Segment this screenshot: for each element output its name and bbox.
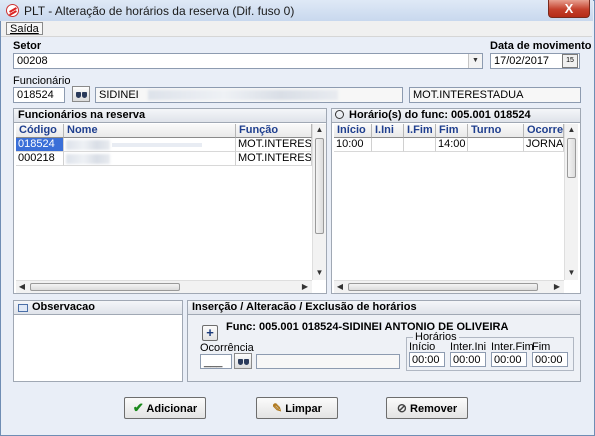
add-horario-button[interactable]: +: [202, 325, 218, 341]
menu-bar: Saída: [1, 21, 592, 37]
table-row-codigo[interactable]: 018524: [16, 138, 64, 152]
funcionario-role-field: MOT.INTERESTADUA: [409, 87, 581, 103]
scroll-thumb[interactable]: [348, 283, 538, 291]
binoculars-icon: [76, 90, 87, 98]
calendar-icon[interactable]: 15: [562, 54, 578, 68]
setor-select[interactable]: 00208 ▼: [13, 53, 483, 69]
col-header-turno[interactable]: Turno: [468, 124, 524, 138]
observacao-panel: Observacao: [13, 300, 183, 382]
scroll-left-icon[interactable]: ◀: [16, 281, 28, 293]
funcionario-name-field: SIDINEI: [95, 87, 403, 103]
funcionario-label: Funcionário: [13, 75, 71, 87]
remover-button[interactable]: ⊘ Remover: [386, 397, 468, 419]
scroll-thumb[interactable]: [30, 283, 180, 291]
remove-icon: ⊘: [396, 401, 407, 415]
col-header-i-fim[interactable]: I.Fim: [404, 124, 436, 138]
table-row-nome[interactable]: [64, 138, 236, 152]
app-logo-icon: [6, 4, 19, 17]
table-row-turno[interactable]: [468, 138, 524, 152]
redacted-name: [148, 90, 338, 100]
table-row-codigo[interactable]: 000218: [16, 152, 64, 166]
scroll-right-icon[interactable]: ▶: [551, 281, 563, 293]
col-header-codigo[interactable]: Código: [16, 124, 64, 138]
inter-fim-input[interactable]: 00:00: [491, 352, 527, 367]
limpar-button[interactable]: ✎ Limpar: [256, 397, 338, 419]
scroll-left-icon[interactable]: ◀: [334, 281, 346, 293]
table-row-fim[interactable]: 14:00: [436, 138, 468, 152]
funcionario-name: SIDINEI: [99, 89, 139, 101]
func-info: Func: 005.001 018524-SIDINEI ANTONIO DE …: [226, 321, 509, 333]
window-title: PLT - Alteração de horários da reserva (…: [24, 4, 295, 18]
table-row-funcao[interactable]: MOT.INTEREST.: [236, 138, 312, 152]
data-movimento-value: 17/02/2017: [494, 55, 550, 67]
search-ocorrencia-button[interactable]: [234, 353, 252, 369]
title-bar: PLT - Alteração de horários da reserva (…: [0, 0, 593, 21]
col-header-ocorrencia[interactable]: Ocorrer: [524, 124, 564, 138]
close-button[interactable]: X: [548, 0, 590, 18]
chevron-down-icon[interactable]: ▼: [468, 54, 482, 68]
table-row-inicio[interactable]: 10:00: [334, 138, 372, 152]
scroll-thumb[interactable]: [567, 138, 576, 178]
redacted-name: [66, 154, 110, 164]
table-row-ocorrencia[interactable]: JORNAC: [524, 138, 564, 152]
inter-ini-input[interactable]: 00:00: [450, 352, 486, 367]
setor-label: Setor: [13, 40, 42, 52]
table-row-i-ini[interactable]: [372, 138, 404, 152]
binoculars-icon: [238, 357, 249, 365]
vertical-scrollbar[interactable]: ▲ ▼: [564, 124, 578, 280]
col-header-fim[interactable]: Fim: [436, 124, 468, 138]
data-movimento-field[interactable]: 17/02/2017 15: [490, 53, 580, 69]
check-icon: ✔: [132, 400, 144, 415]
funcionarios-panel: Funcionários na reserva Código Nome Funç…: [13, 108, 327, 294]
horarios-panel: Horário(s) do func: 005.001 018524 Iníci…: [331, 108, 581, 294]
ocorrencia-input[interactable]: ___: [200, 354, 232, 369]
redacted-name: [66, 140, 110, 150]
insercao-panel: Inserção / Alteracão / Exclusão de horár…: [187, 300, 581, 382]
scroll-down-icon[interactable]: ▼: [313, 267, 326, 279]
scroll-right-icon[interactable]: ▶: [299, 281, 311, 293]
vertical-scrollbar[interactable]: ▲ ▼: [312, 124, 326, 280]
note-icon: [18, 304, 28, 312]
ocorrencia-desc-field: [256, 354, 400, 369]
scroll-thumb[interactable]: [315, 138, 324, 234]
inicio-input[interactable]: 00:00: [409, 352, 445, 367]
data-movimento-label: Data de movimento: [490, 40, 592, 52]
col-header-nome[interactable]: Nome: [64, 124, 236, 138]
setor-value: 00208: [17, 55, 48, 67]
brush-icon: ✎: [272, 401, 283, 415]
table-row-funcao[interactable]: MOT.INTEREST.: [236, 152, 312, 166]
adicionar-button[interactable]: ✔ Adicionar: [124, 397, 206, 419]
horizontal-scrollbar[interactable]: ◀ ▶: [334, 280, 564, 293]
search-funcionario-button[interactable]: [72, 86, 90, 102]
scroll-up-icon[interactable]: ▲: [313, 124, 326, 136]
horarios-title: Horário(s) do func: 005.001 018524: [349, 109, 531, 121]
table-row-i-fim[interactable]: [404, 138, 436, 152]
funcionarios-panel-title: Funcionários na reserva: [14, 109, 326, 123]
insercao-title: Inserção / Alteracão / Exclusão de horár…: [188, 301, 580, 315]
scroll-up-icon[interactable]: ▲: [565, 124, 578, 136]
observacao-textarea[interactable]: [16, 317, 180, 380]
horarios-panel-title: Horário(s) do func: 005.001 018524: [332, 109, 580, 123]
funcionario-code-input[interactable]: 018524: [13, 87, 65, 103]
fim-input[interactable]: 00:00: [532, 352, 568, 367]
clock-icon: [335, 110, 344, 119]
observacao-title: Observacao: [14, 301, 182, 315]
horizontal-scrollbar[interactable]: ◀ ▶: [16, 280, 312, 293]
col-header-inicio[interactable]: Início: [334, 124, 372, 138]
scroll-down-icon[interactable]: ▼: [565, 267, 578, 279]
col-header-i-ini[interactable]: I.Ini: [372, 124, 404, 138]
menu-saida[interactable]: Saída: [6, 22, 43, 35]
table-row-nome[interactable]: [64, 152, 236, 166]
col-header-funcao[interactable]: Função: [236, 124, 312, 138]
